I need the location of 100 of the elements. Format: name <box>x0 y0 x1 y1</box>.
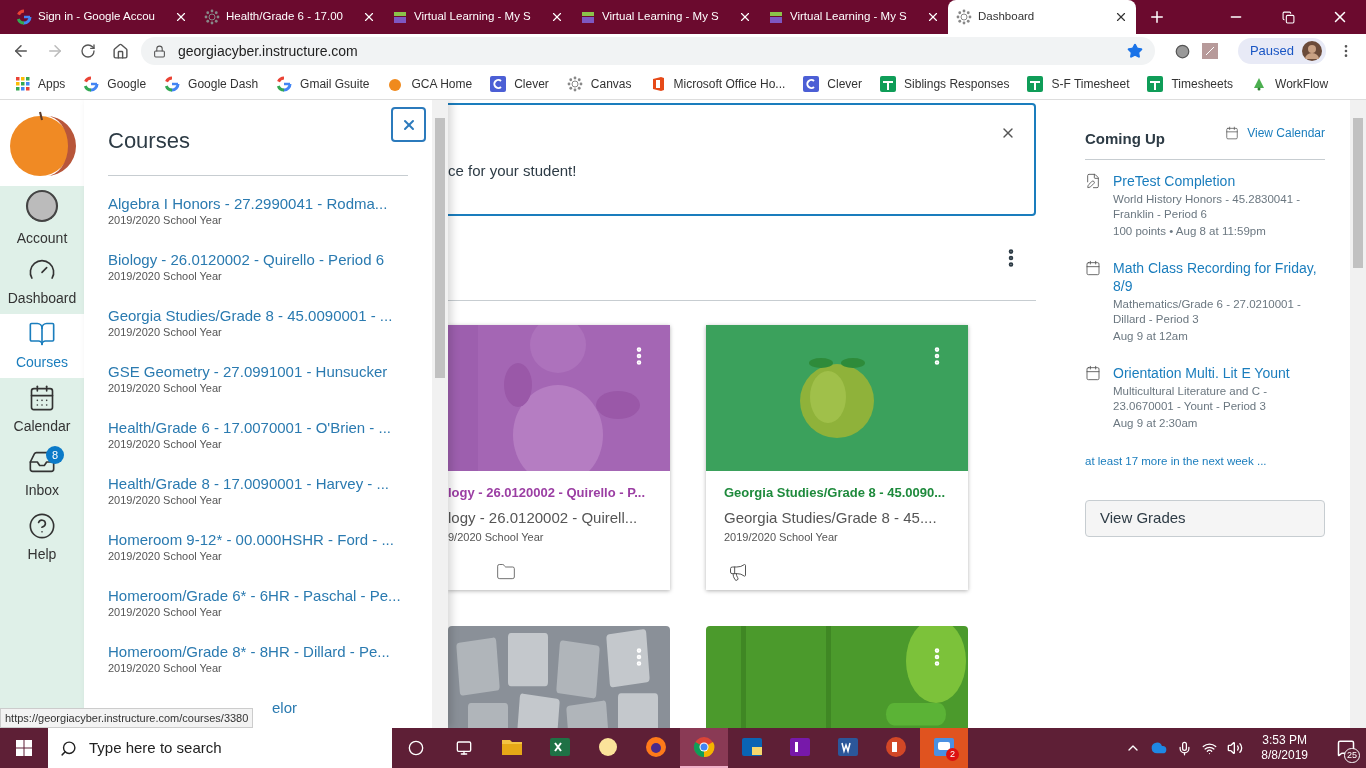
nav-item[interactable]: Inbox 8 <box>0 442 84 506</box>
nav-label: Inbox <box>24 480 60 500</box>
course-link[interactable]: Homeroom 9-12* - 00.000HSHR - Ford - ... <box>108 530 412 550</box>
course-term: 2019/2020 School Year <box>108 438 223 451</box>
close-icon[interactable] <box>174 10 188 24</box>
card-term: 9/2020 School Year <box>448 530 545 545</box>
clock-date: 8/8/2019 <box>1261 748 1308 763</box>
course-term: 2019/2020 School Year <box>108 494 223 507</box>
profile-button[interactable]: Paused <box>1237 38 1326 64</box>
microphone-icon[interactable] <box>1177 740 1193 756</box>
nav-item[interactable]: Calendar <box>0 378 84 442</box>
clock-time: 3:53 PM <box>1262 733 1307 748</box>
course-link[interactable]: Health/Grade 6 - 17.0070001 - O'Brien - ... <box>108 418 412 438</box>
clever-logo-icon <box>803 75 820 92</box>
document-app-icon <box>836 735 860 759</box>
course-link[interactable]: GSE Geometry - 27.0991001 - Hunsucker <box>108 362 412 382</box>
folder-icon[interactable] <box>496 561 516 582</box>
back-icon[interactable] <box>12 42 30 60</box>
close-icon[interactable] <box>1114 10 1128 24</box>
course-link[interactable]: elor <box>272 698 297 718</box>
cloud-icon[interactable] <box>1151 740 1168 756</box>
browser-tab[interactable]: Dashboard <box>948 0 1136 34</box>
view-calendar-link[interactable]: View Calendar <box>1225 124 1325 142</box>
card-title[interactable]: Georgia Studies/Grade 8 - 45.0090... <box>724 483 968 503</box>
new-tab-icon[interactable] <box>1148 8 1166 26</box>
notification-badge: 2 <box>946 748 959 761</box>
bookmark[interactable]: Apps <box>16 74 66 93</box>
card-subtitle: Georgia Studies/Grade 8 - 45.... <box>724 507 938 528</box>
megaphone-icon[interactable] <box>728 561 748 582</box>
browser-tab[interactable]: Virtual Learning - My S <box>384 0 572 34</box>
course-link[interactable]: Health/Grade 8 - 17.0090001 - Harvey - ... <box>108 474 412 494</box>
browser-tab[interactable]: Virtual Learning - My S <box>760 0 948 34</box>
bookmark[interactable]: Siblings Responses <box>880 74 1010 93</box>
notifications-button[interactable]: 25 <box>1326 728 1366 768</box>
bookmark[interactable]: Clever <box>803 74 863 93</box>
event-link[interactable]: Orientation Multi. Lit E Yount <box>1113 363 1325 382</box>
scrollbar[interactable] <box>1350 100 1366 728</box>
bookmark[interactable]: Google Dash <box>164 74 259 93</box>
event-link[interactable]: PreTest Completion <box>1113 171 1325 190</box>
bookmark[interactable]: Timesheets <box>1147 74 1234 93</box>
tab-title: Dashboard <box>978 9 1036 25</box>
lock-icon <box>153 44 166 58</box>
course-link[interactable]: Georgia Studies/Grade 8 - 45.0090001 - ... <box>108 306 412 326</box>
restore-icon[interactable] <box>1282 10 1295 24</box>
taskbar-app[interactable]: 2 <box>920 728 968 768</box>
event-link[interactable]: Math Class Recording for Friday, 8/9 <box>1113 258 1325 295</box>
pdf-extension-icon[interactable] <box>1201 43 1218 59</box>
clever-logo-icon <box>490 75 507 92</box>
browser-tab[interactable]: Sign in - Google Accou <box>8 0 196 34</box>
bookmark[interactable]: GCA Home <box>387 74 473 93</box>
google-icon <box>164 75 181 92</box>
course-link[interactable]: Homeroom/Grade 8* - 8HR - Dillard - Pe... <box>108 642 412 662</box>
course-card[interactable]: logy - 26.0120002 - Quirello - P... logy - 26.0120002 - Quirell... 9/2020 School Year <box>448 325 670 590</box>
course-term: 2019/2020 School Year <box>108 606 223 619</box>
nav-item[interactable]: Help <box>0 506 84 570</box>
nav-label: Courses <box>15 352 69 372</box>
close-button[interactable] <box>391 107 426 142</box>
volume-icon[interactable] <box>1227 740 1244 756</box>
close-icon[interactable] <box>738 10 752 24</box>
course-term: 2019/2020 School Year <box>108 270 223 283</box>
extension-icon[interactable] <box>1174 43 1190 59</box>
reload-icon[interactable] <box>80 43 96 59</box>
bookmark[interactable]: Clever <box>490 74 549 93</box>
course-link[interactable]: Biology - 26.0120002 - Quirello - Period 6 <box>108 250 412 270</box>
task-view-icon <box>456 740 472 756</box>
nav-label: Account <box>16 228 68 248</box>
bookmark[interactable]: Microsoft Office Ho... <box>649 74 786 93</box>
taskbar-search-field[interactable]: Type here to search <box>48 728 392 768</box>
close-icon[interactable] <box>926 10 940 24</box>
course-link[interactable]: Homeroom/Grade 6* - 6HR - Paschal - Pe... <box>108 586 412 606</box>
bookmark-star-icon[interactable] <box>1126 43 1143 59</box>
view-grades-button[interactable]: View Grades <box>1085 499 1325 537</box>
home-icon[interactable] <box>112 42 129 60</box>
nav-item[interactable]: Dashboard <box>0 250 84 314</box>
course-link[interactable]: Algebra I Honors - 27.2990041 - Rodma... <box>108 194 412 214</box>
bookmark[interactable]: Canvas <box>566 74 632 93</box>
bookmark[interactable]: Google <box>83 74 147 93</box>
bookmark[interactable]: S-F Timesheet <box>1027 74 1130 93</box>
browser-tab[interactable]: Virtual Learning - My S <box>572 0 760 34</box>
network-icon[interactable] <box>1202 740 1218 756</box>
spreadsheet-icon <box>1147 75 1164 92</box>
google-icon <box>16 9 32 25</box>
card-title[interactable]: logy - 26.0120002 - Quirello - P... <box>448 483 670 503</box>
spreadsheet-app-icon <box>548 735 572 759</box>
canvas-logo-icon <box>204 9 220 25</box>
nav-item[interactable]: Courses <box>0 314 84 378</box>
event-detail: Mathematics/Grade 6 - 27.0210001 - Dillard - Period 3 <box>1113 296 1302 327</box>
bookmark[interactable]: Gmail Gsuite <box>276 74 370 93</box>
scrollbar[interactable] <box>432 100 448 728</box>
nav-item[interactable]: Account <box>0 186 84 250</box>
clock[interactable]: 3:53 PM 8/8/2019 <box>1253 733 1316 763</box>
bookmark[interactable]: WorkFlow <box>1251 74 1329 93</box>
close-icon[interactable] <box>362 10 376 24</box>
more-events-link[interactable]: at least 17 more in the next week ... <box>1085 452 1325 470</box>
calendar-icon <box>1085 259 1101 276</box>
browser-tab[interactable]: Health/Grade 6 - 17.00 <box>196 0 384 34</box>
course-card[interactable]: Georgia Studies/Grade 8 - 45.0090... Georgia Studies/Grade 8 - 45.... 2019/2020 School Year <box>706 325 968 590</box>
close-icon[interactable] <box>550 10 564 24</box>
address-bar[interactable]: georgiacyber.instructure.com <box>141 37 1155 65</box>
firefox-icon <box>644 735 668 759</box>
